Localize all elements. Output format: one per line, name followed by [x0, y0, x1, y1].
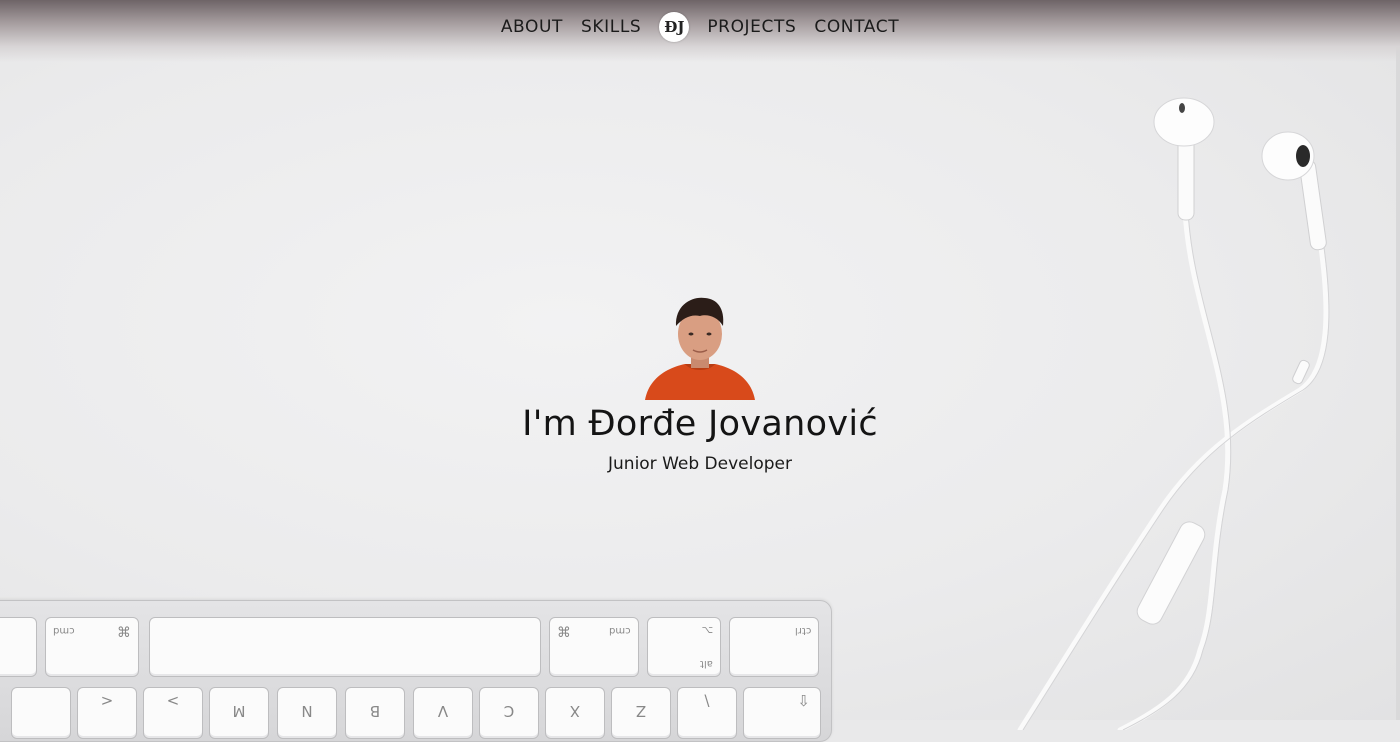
key-glyph: V — [437, 702, 449, 720]
key: > — [143, 687, 203, 739]
key-glyph: B — [369, 702, 381, 720]
key-glyph: \ — [704, 692, 710, 710]
key — [0, 617, 37, 677]
key: Z — [611, 687, 671, 739]
key-label: cmd — [609, 625, 631, 636]
hero-subtitle: Junior Web Developer — [608, 454, 792, 474]
key-symbol: ⌘ — [117, 625, 131, 641]
nav-contact-link[interactable]: CONTACT — [814, 17, 899, 37]
key-label: ctrl — [794, 625, 811, 636]
key-cmd-left: cmd ⌘ — [45, 617, 139, 677]
key — [11, 687, 71, 739]
key: < — [77, 687, 137, 739]
nav-menu: ABOUT SKILLS ĐJ PROJECTS CONTACT — [501, 12, 899, 42]
key-glyph: ⌥ — [701, 625, 713, 636]
key-glyph: ⇩ — [797, 692, 810, 710]
key: \ — [677, 687, 737, 739]
nav-projects-link[interactable]: PROJECTS — [707, 17, 796, 37]
key-alt: ⌥ alt — [647, 617, 721, 677]
nav-skills-link[interactable]: SKILLS — [581, 17, 641, 37]
key-glyph: < — [100, 692, 114, 710]
top-navigation: ABOUT SKILLS ĐJ PROJECTS CONTACT — [0, 0, 1400, 62]
key-label: alt — [700, 658, 713, 669]
key-space — [149, 617, 541, 677]
key: C — [479, 687, 539, 739]
hero-section: I'm Đorđe Jovanović Junior Web Developer — [0, 290, 1400, 474]
hero-title: I'm Đorđe Jovanović — [522, 404, 878, 444]
key-symbol: ⌘ — [557, 625, 571, 641]
key-glyph: N — [301, 702, 313, 720]
key-cmd-right: ⌘ cmd — [549, 617, 639, 677]
keyboard-image: cmd ⌘ ⌘ cmd ⌥ alt ctrl < > M N B V C X Z… — [0, 600, 832, 742]
logo-badge[interactable]: ĐJ — [659, 12, 690, 42]
key-shift: ⇩ — [743, 687, 821, 739]
key-glyph: X — [569, 702, 581, 720]
profile-avatar — [645, 297, 755, 400]
key-ctrl: ctrl — [729, 617, 819, 677]
key: X — [545, 687, 605, 739]
key-glyph: M — [232, 702, 246, 720]
nav-about-link[interactable]: ABOUT — [501, 17, 563, 37]
key: B — [345, 687, 405, 739]
key: M — [209, 687, 269, 739]
key: V — [413, 687, 473, 739]
key-glyph: Z — [635, 702, 647, 720]
key: N — [277, 687, 337, 739]
key-label: cmd — [53, 625, 75, 636]
key-glyph: C — [503, 702, 515, 720]
key-glyph: > — [166, 692, 180, 710]
